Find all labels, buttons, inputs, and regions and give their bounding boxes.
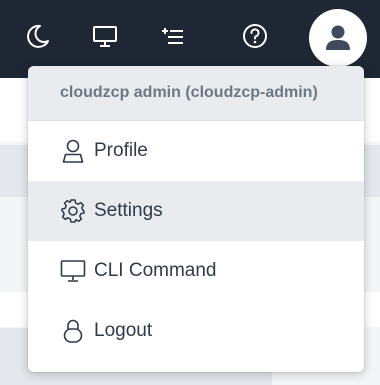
menu-item-label: Logout [94, 320, 153, 341]
menu-item-label: Profile [94, 140, 148, 161]
user-icon [60, 138, 86, 164]
dropdown-user-name: cloudzcp admin (cloudzcp-admin) [60, 84, 318, 101]
menu-item-label: Settings [94, 200, 163, 221]
user-avatar-icon [326, 25, 350, 50]
add-list-icon[interactable] [157, 21, 187, 51]
menu-item-label: CLI Command [94, 260, 217, 281]
lock-icon [60, 318, 86, 344]
user-avatar-button[interactable] [309, 9, 367, 67]
monitor-icon[interactable] [90, 21, 120, 51]
menu-item-cli-command[interactable]: CLI Command [28, 241, 364, 301]
monitor-icon [60, 258, 86, 284]
moon-icon[interactable] [22, 21, 52, 51]
user-dropdown-menu: cloudzcp admin (cloudzcp-admin) Profile … [28, 66, 364, 372]
dropdown-user-header: cloudzcp admin (cloudzcp-admin) [28, 66, 364, 121]
menu-item-logout[interactable]: Logout [28, 301, 364, 361]
menu-item-profile[interactable]: Profile [28, 121, 364, 181]
menu-item-settings[interactable]: Settings [28, 181, 364, 241]
help-icon[interactable] [240, 21, 270, 51]
gear-icon [60, 198, 86, 224]
